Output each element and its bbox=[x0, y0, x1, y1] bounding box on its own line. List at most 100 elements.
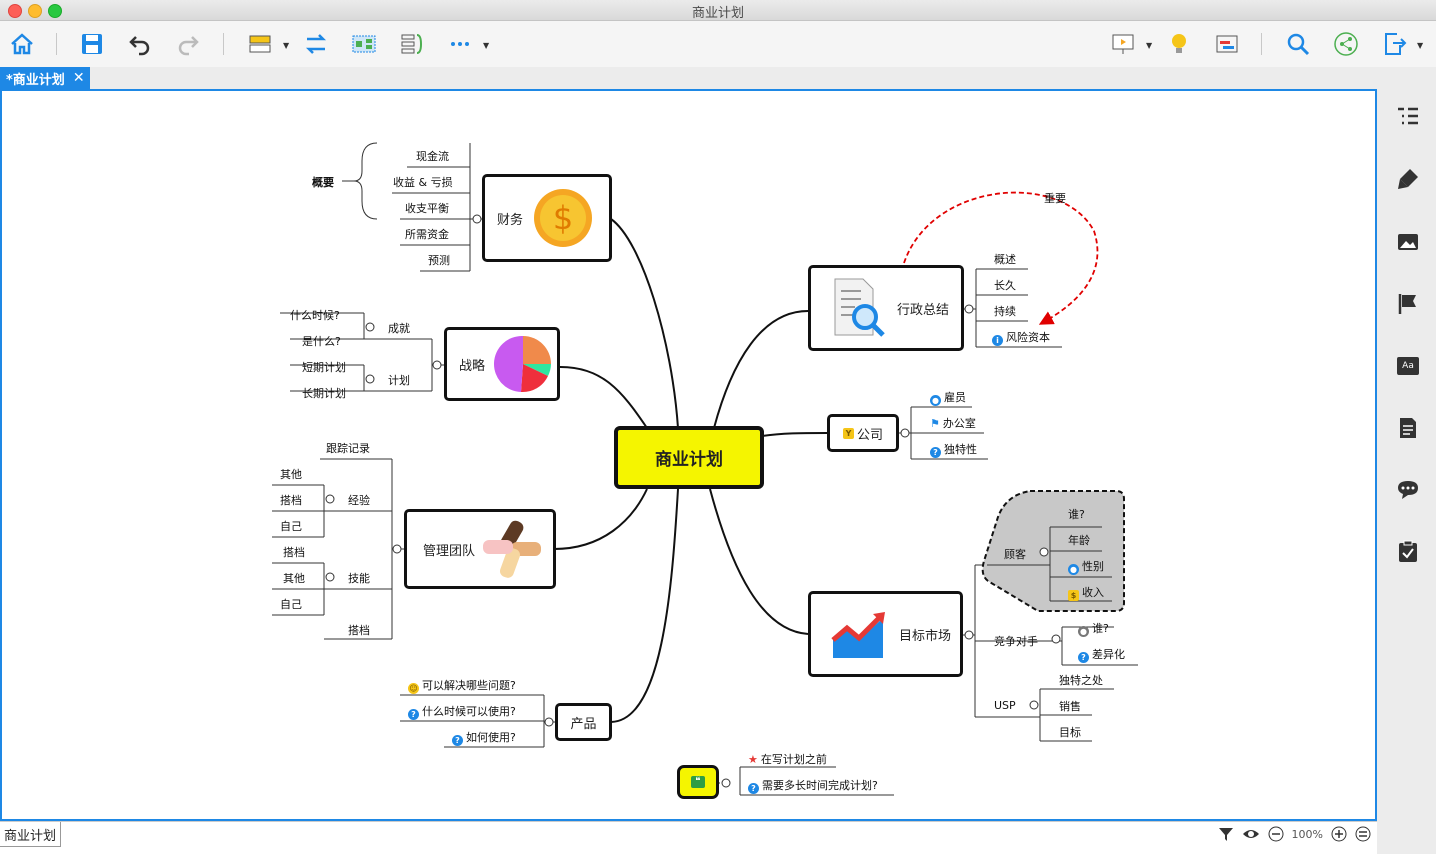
topic-label: 财务 bbox=[497, 212, 524, 228]
chevron-down-icon[interactable]: ▼ bbox=[1417, 41, 1423, 50]
fit-map-icon[interactable] bbox=[1355, 826, 1371, 842]
product-item[interactable]: ☺ 可以解决哪些问题? bbox=[408, 677, 516, 694]
search-button[interactable] bbox=[1283, 29, 1313, 59]
tab-document[interactable]: *商业计划 ✕ bbox=[0, 67, 90, 89]
strategy-plan[interactable]: 计划 bbox=[388, 372, 410, 388]
admin-item[interactable]: 持续 bbox=[994, 303, 1016, 319]
relationship-button[interactable] bbox=[301, 29, 331, 59]
save-button[interactable] bbox=[77, 29, 107, 59]
topic-finance[interactable]: 财务 $ bbox=[482, 174, 612, 262]
team-item[interactable]: 搭档 bbox=[348, 622, 370, 638]
strategy-achieve[interactable]: 成就 bbox=[388, 320, 410, 336]
task-icon[interactable] bbox=[1396, 539, 1420, 563]
finance-item[interactable]: 收支平衡 bbox=[405, 200, 449, 216]
marker-icon[interactable] bbox=[1396, 292, 1420, 316]
usp-item[interactable]: 独特之处 bbox=[1059, 672, 1103, 688]
product-item[interactable]: ? 什么时候可以使用? bbox=[408, 703, 516, 720]
question-icon: ? bbox=[452, 735, 463, 746]
zoom-out-icon[interactable] bbox=[1268, 826, 1284, 842]
question-icon: ? bbox=[748, 783, 759, 794]
strategy-item[interactable]: 长期计划 bbox=[302, 385, 346, 401]
topic-label: 产品 bbox=[570, 716, 597, 732]
finance-item[interactable]: 预测 bbox=[428, 252, 450, 268]
company-item[interactable]: ? 独特性 bbox=[930, 441, 977, 458]
team-item[interactable]: 自己 bbox=[280, 596, 302, 612]
topic-management-team[interactable]: 管理团队 bbox=[404, 509, 556, 589]
usp-item[interactable]: 销售 bbox=[1059, 698, 1081, 714]
gantt-button[interactable] bbox=[1212, 29, 1242, 59]
comment-icon[interactable] bbox=[1396, 478, 1420, 502]
product-item[interactable]: ? 如何使用? bbox=[452, 729, 516, 746]
relationship-label[interactable]: 重要 bbox=[1044, 190, 1066, 206]
chevron-down-icon[interactable]: ▼ bbox=[1146, 41, 1152, 50]
usp-item[interactable]: 目标 bbox=[1059, 724, 1081, 740]
presentation-button[interactable] bbox=[1108, 29, 1138, 59]
customer-item[interactable]: ● 性别 bbox=[1068, 558, 1104, 575]
export-button[interactable] bbox=[1379, 29, 1409, 59]
mindmap-canvas[interactable]: 商业计划 财务 $ 概要 现金流 收益 & 亏损 收支平衡 所需资金 预测 战略… bbox=[0, 89, 1377, 821]
admin-item[interactable]: 概述 bbox=[994, 251, 1016, 267]
finance-item[interactable]: 现金流 bbox=[416, 148, 449, 164]
team-item[interactable]: 搭档 bbox=[283, 544, 305, 560]
window-titlebar: 商业计划 bbox=[0, 0, 1436, 21]
customer-item[interactable]: $ 收入 bbox=[1068, 584, 1104, 601]
home-button[interactable] bbox=[7, 29, 37, 59]
topic-product[interactable]: 产品 bbox=[555, 703, 612, 741]
brainstorm-button[interactable] bbox=[1164, 29, 1194, 59]
redo-button[interactable] bbox=[173, 29, 203, 59]
topic-company[interactable]: Y 公司 bbox=[827, 414, 899, 452]
outline-icon[interactable] bbox=[1396, 105, 1420, 129]
admin-item[interactable]: i 风险资本 bbox=[992, 329, 1050, 346]
summary-label[interactable]: 概要 bbox=[312, 174, 334, 190]
customer-item[interactable]: 年龄 bbox=[1068, 532, 1090, 548]
team-skills[interactable]: 技能 bbox=[348, 570, 370, 586]
eye-icon[interactable] bbox=[1242, 826, 1260, 842]
more-button[interactable] bbox=[445, 29, 475, 59]
floating-item[interactable]: ? 需要多长时间完成计划? bbox=[748, 777, 878, 794]
company-item[interactable]: ● 雇员 bbox=[930, 389, 966, 406]
chevron-down-icon[interactable]: ▼ bbox=[283, 41, 289, 50]
filter-icon[interactable] bbox=[1218, 826, 1234, 842]
pie-chart-icon bbox=[494, 335, 552, 393]
team-item[interactable]: 自己 bbox=[280, 518, 302, 534]
customer-item[interactable]: 谁? bbox=[1068, 506, 1085, 522]
chevron-down-icon[interactable]: ▼ bbox=[483, 41, 489, 50]
boundary-button[interactable] bbox=[349, 29, 379, 59]
topic-executive-summary[interactable]: 行政总结 bbox=[808, 265, 964, 351]
team-experience[interactable]: 经验 bbox=[348, 492, 370, 508]
team-item[interactable]: 搭档 bbox=[280, 492, 302, 508]
toolbar: ▼ ▼ ▼ ▼ bbox=[0, 21, 1436, 67]
team-item[interactable]: 其他 bbox=[283, 570, 305, 586]
floating-topic[interactable]: ❝ bbox=[677, 765, 719, 799]
market-customer[interactable]: 顾客 bbox=[1004, 546, 1026, 562]
finance-item[interactable]: 所需资金 bbox=[405, 226, 449, 242]
topic-target-market[interactable]: 目标市场 bbox=[808, 591, 963, 677]
summary-button[interactable] bbox=[397, 29, 427, 59]
competitor-item[interactable]: ● 谁? bbox=[1078, 620, 1109, 637]
close-icon[interactable]: ✕ bbox=[73, 70, 85, 86]
format-brush-icon[interactable] bbox=[1396, 167, 1420, 191]
notes-icon[interactable] bbox=[1396, 416, 1420, 440]
market-competitor[interactable]: 竞争对手 bbox=[994, 633, 1038, 649]
image-icon[interactable] bbox=[1396, 230, 1420, 254]
company-item[interactable]: ⚑ 办公室 bbox=[930, 415, 976, 431]
sheet-tab[interactable]: 商业计划 bbox=[0, 822, 62, 847]
team-track[interactable]: 跟踪记录 bbox=[326, 440, 370, 456]
strategy-item[interactable]: 短期计划 bbox=[302, 359, 346, 375]
floating-item[interactable]: ★ 在写计划之前 bbox=[748, 751, 827, 767]
topic-label: 管理团队 bbox=[423, 543, 476, 559]
zoom-in-icon[interactable] bbox=[1331, 826, 1347, 842]
topic-strategy[interactable]: 战略 bbox=[444, 327, 560, 401]
finance-item[interactable]: 收益 & 亏损 bbox=[393, 174, 453, 190]
central-topic[interactable]: 商业计划 bbox=[614, 426, 764, 489]
share-button[interactable] bbox=[1331, 29, 1361, 59]
competitor-item[interactable]: ? 差异化 bbox=[1078, 646, 1125, 663]
market-usp[interactable]: USP bbox=[994, 699, 1016, 712]
strategy-item[interactable]: 什么时候? bbox=[290, 307, 340, 323]
admin-item[interactable]: 长久 bbox=[994, 277, 1016, 293]
insert-topic-button[interactable] bbox=[245, 29, 275, 59]
undo-button[interactable] bbox=[125, 29, 155, 59]
team-item[interactable]: 其他 bbox=[280, 466, 302, 482]
text-style-icon[interactable]: Aa bbox=[1396, 354, 1420, 378]
strategy-item[interactable]: 是什么? bbox=[302, 333, 341, 349]
